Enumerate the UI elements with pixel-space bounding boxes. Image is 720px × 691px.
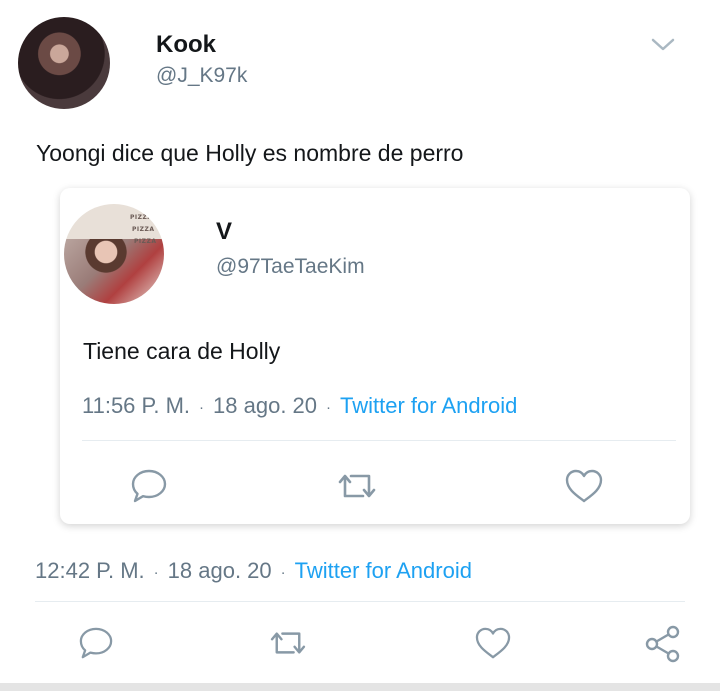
tweet-text: Yoongi dice que Holly es nombre de perro bbox=[36, 140, 464, 166]
avatar-text: PIZZA bbox=[134, 238, 157, 245]
chevron-down-icon[interactable] bbox=[651, 37, 675, 58]
like-icon[interactable] bbox=[564, 468, 604, 504]
author-name[interactable]: Kook bbox=[156, 31, 216, 59]
quoted-divider bbox=[82, 440, 676, 441]
avatar-text: PIZZA bbox=[130, 214, 153, 221]
tweet-meta: 12:42 P. M. · 18 ago. 20 · Twitter for Andro… bbox=[35, 558, 472, 584]
author-avatar[interactable] bbox=[18, 17, 110, 109]
date: 18 ago. 20 bbox=[167, 558, 272, 583]
bottom-bar bbox=[0, 683, 720, 691]
reply-icon[interactable] bbox=[130, 468, 168, 504]
quoted-tweet-meta: 11:56 P. M. · 18 ago. 20 · Twitter for Andro… bbox=[82, 393, 517, 419]
quoted-date: 18 ago. 20 bbox=[213, 393, 318, 418]
quoted-tweet-text: Tiene cara de Holly bbox=[83, 338, 281, 364]
separator: · bbox=[153, 563, 159, 581]
reply-icon[interactable] bbox=[78, 626, 114, 660]
separator: · bbox=[280, 563, 286, 581]
separator: · bbox=[326, 398, 332, 416]
retweet-icon[interactable] bbox=[268, 628, 308, 658]
quoted-author-handle[interactable]: @97TaeTaeKim bbox=[216, 255, 365, 279]
author-handle[interactable]: @J_K97k bbox=[156, 64, 247, 88]
share-icon[interactable] bbox=[643, 624, 683, 664]
quoted-timestamp: 11:56 P. M. bbox=[82, 393, 191, 418]
avatar-text: PIZZA bbox=[132, 226, 155, 233]
quoted-author-name[interactable]: V bbox=[216, 218, 232, 246]
separator: · bbox=[199, 398, 205, 416]
timestamp: 12:42 P. M. bbox=[35, 558, 145, 583]
quoted-author-avatar[interactable]: PIZZA PIZZA PIZZA bbox=[64, 204, 164, 304]
retweet-icon[interactable] bbox=[336, 470, 378, 502]
like-icon[interactable] bbox=[474, 626, 512, 660]
quoted-source-link[interactable]: Twitter for Android bbox=[340, 393, 517, 418]
tweet-divider bbox=[35, 601, 685, 602]
source-link[interactable]: Twitter for Android bbox=[295, 558, 472, 583]
